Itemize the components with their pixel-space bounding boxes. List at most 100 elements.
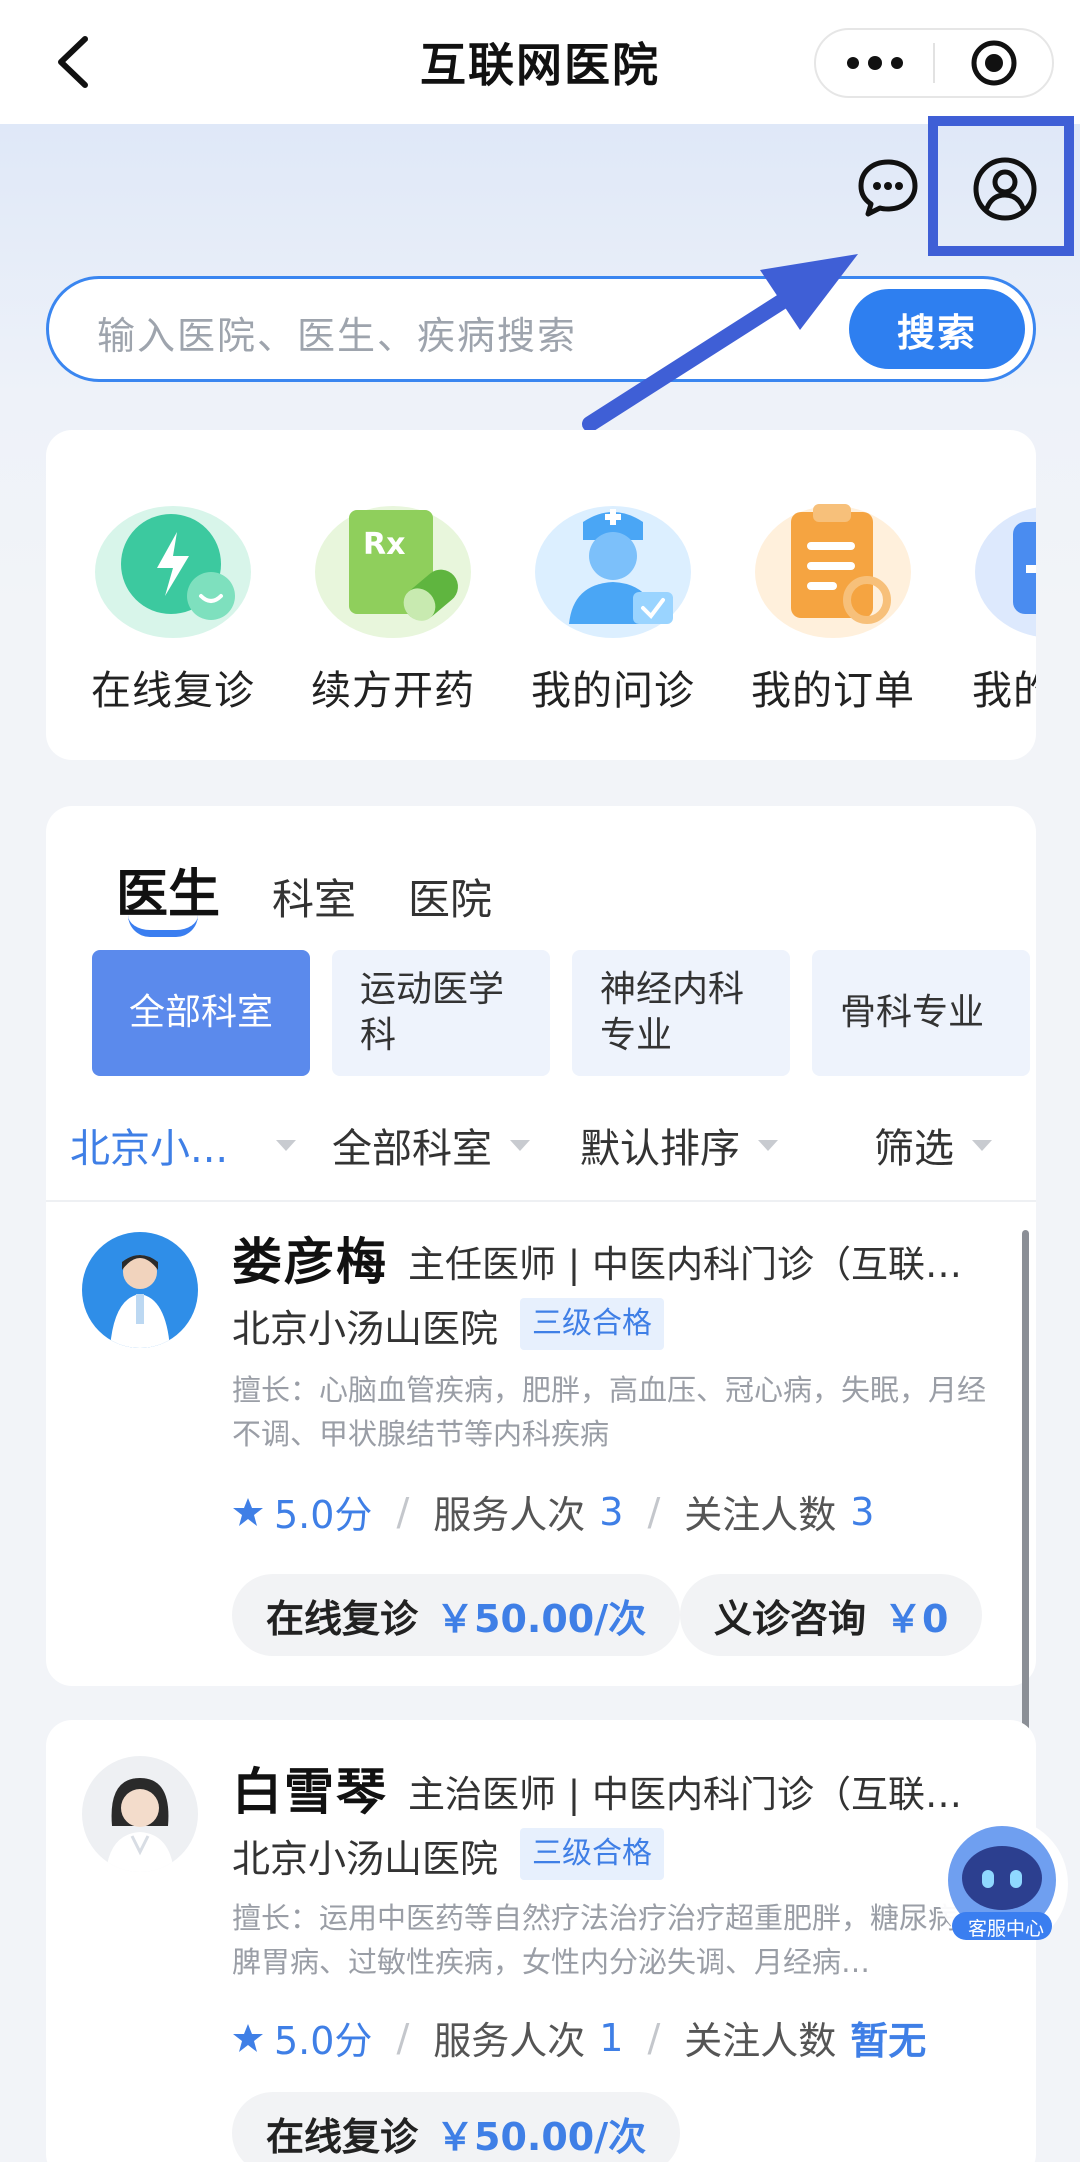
online-revisit-icon xyxy=(93,492,253,642)
price-value: ￥50.00/次 xyxy=(436,2114,647,2159)
filter-label: 筛选 xyxy=(874,1126,954,1172)
mini-program-capsule xyxy=(814,28,1054,98)
star-icon xyxy=(233,1497,263,1526)
follow-count-label: 关注人数 xyxy=(684,1493,837,1537)
search-button[interactable]: 搜索 xyxy=(849,289,1025,369)
stat-separator: / xyxy=(396,1489,410,1534)
service-count-value: 1 xyxy=(599,2015,624,2060)
chip-sports-medicine[interactable]: 运动医学科 xyxy=(332,950,550,1076)
quick-action-partial[interactable]: 我的 xyxy=(958,492,1036,716)
doctor-hospital: 北京小汤山医院 xyxy=(232,1837,499,1881)
doctor-specialty: 擅长：心脑血管疾病，肥胖，高血压、冠心病，失眠，月经不调、甲状腺结节等内科疾病 xyxy=(232,1373,987,1451)
doctor-stats: 5.0分 / 服务人次 1 / 关注人数 暂无 xyxy=(232,2010,926,2065)
quick-action-my-consultation[interactable]: 我的问诊 xyxy=(518,492,708,716)
quick-actions-card: 在线复诊 Rx 续方开药 我的问诊 我的订单 我的 xyxy=(46,430,1036,760)
more-button[interactable] xyxy=(816,30,933,96)
price-label: 在线复诊 xyxy=(266,1596,419,1641)
filter-label: 默认排序 xyxy=(580,1126,740,1172)
doctor-specialty: 擅长：运用中医药等自然疗法治疗治疗超重肥胖，糖尿病、脾胃病、过敏性疾病，女性内分… xyxy=(232,1901,987,1979)
doctor-title: 主任医师 | 中医内科门诊（互联… xyxy=(408,1243,962,1286)
chip-all-departments[interactable]: 全部科室 xyxy=(92,950,310,1076)
filter-department[interactable]: 全部科室 xyxy=(332,1116,530,1174)
hospital-grade-badge: 三级合格 xyxy=(520,1828,664,1880)
tab-doctors[interactable]: 医生 xyxy=(116,852,220,937)
partial-card-icon xyxy=(973,492,1036,642)
price-free-consult[interactable]: 义诊咨询 ￥0 xyxy=(680,1574,983,1656)
hospital-grade-badge: 三级合格 xyxy=(520,1298,664,1350)
star-icon xyxy=(233,2023,263,2052)
order-clipboard-icon xyxy=(753,492,913,642)
quick-action-my-orders[interactable]: 我的订单 xyxy=(738,492,928,716)
chevron-down-icon xyxy=(758,1139,778,1151)
doctor-list-card: 医生 科室 医院 全部科室 运动医学科 神经内科专业 骨科专业 北京小... 全… xyxy=(46,806,1036,1686)
doctor-rating: 5.0分 xyxy=(274,1493,373,1537)
quick-action-label: 我的 xyxy=(972,668,1036,714)
filter-sort[interactable]: 默认排序 xyxy=(580,1116,778,1174)
filter-label: 北京小... xyxy=(70,1126,229,1172)
department-chips: 全部科室 运动医学科 神经内科专业 骨科专业 xyxy=(92,950,1052,1076)
chip-orthopedics[interactable]: 骨科专业 xyxy=(812,950,1030,1076)
tab-hospitals[interactable]: 医院 xyxy=(408,866,492,927)
target-circle-icon xyxy=(971,40,1016,86)
filter-bar: 北京小... 全部科室 默认排序 筛选 xyxy=(70,1106,1030,1176)
profile-button[interactable] xyxy=(972,156,1038,222)
follow-count-value: 暂无 xyxy=(850,2019,927,2063)
back-arrow-icon xyxy=(58,36,88,88)
service-count-value: 3 xyxy=(599,1489,624,1534)
stat-separator: / xyxy=(396,2015,410,2060)
doctor-card[interactable]: 白雪琴 主治医师 | 中医内科门诊（互联… 北京小汤山医院 三级合格 擅长：运用… xyxy=(46,1720,1036,2162)
close-program-button[interactable] xyxy=(935,30,1052,96)
doctor-avatar xyxy=(82,1756,198,1872)
message-button[interactable] xyxy=(856,156,920,220)
doctor-avatar xyxy=(82,1232,198,1348)
follow-count-value: 3 xyxy=(850,1489,875,1534)
stat-separator: / xyxy=(647,1489,661,1534)
customer-service-button[interactable]: 客服中心 xyxy=(918,1808,1070,1960)
active-tab-indicator xyxy=(128,915,198,937)
price-value: ￥0 xyxy=(884,1596,949,1641)
quick-action-online-revisit[interactable]: 在线复诊 xyxy=(78,492,268,716)
divider xyxy=(46,1200,1036,1202)
doctor-rating: 5.0分 xyxy=(274,2019,373,2063)
price-value: ￥50.00/次 xyxy=(436,1596,647,1641)
more-dots-icon xyxy=(846,56,903,70)
quick-action-label: 我的问诊 xyxy=(531,668,695,714)
filter-label: 全部科室 xyxy=(332,1126,492,1172)
price-online-revisit[interactable]: 在线复诊 ￥50.00/次 xyxy=(232,1574,681,1656)
filter-location[interactable]: 北京小... xyxy=(70,1116,297,1174)
chevron-down-icon xyxy=(972,1139,992,1151)
chat-bubble-icon xyxy=(858,159,918,217)
back-button[interactable] xyxy=(42,30,102,94)
price-label: 义诊咨询 xyxy=(714,1596,867,1641)
filter-screen[interactable]: 筛选 xyxy=(874,1116,992,1174)
quick-action-label: 在线复诊 xyxy=(91,668,255,714)
doctor-title: 主治医师 | 中医内科门诊（互联… xyxy=(408,1773,962,1816)
service-count-label: 服务人次 xyxy=(433,1493,586,1537)
chip-neurology[interactable]: 神经内科专业 xyxy=(572,950,790,1076)
list-scrollbar[interactable] xyxy=(1022,1230,1029,1760)
quick-action-prescription[interactable]: Rx 续方开药 xyxy=(298,492,488,716)
doctor-stats: 5.0分 / 服务人次 3 / 关注人数 3 xyxy=(232,1484,874,1539)
user-profile-icon xyxy=(973,157,1037,221)
doctor-name: 白雪琴 xyxy=(232,1763,388,1821)
svg-text:Rx: Rx xyxy=(363,527,405,562)
chevron-down-icon xyxy=(276,1139,297,1151)
category-tabs: 医生 科室 医院 xyxy=(116,852,544,937)
doctor-consult-icon xyxy=(533,492,693,642)
chevron-down-icon xyxy=(510,1139,530,1151)
quick-action-label: 我的订单 xyxy=(751,668,915,714)
search-input[interactable]: 输入医院、医生、疾病搜索 xyxy=(97,305,577,360)
service-count-label: 服务人次 xyxy=(433,2019,586,2063)
doctor-name: 娄彦梅 xyxy=(232,1233,388,1291)
quick-action-label: 续方开药 xyxy=(311,668,475,714)
follow-count-label: 关注人数 xyxy=(684,2019,837,2063)
doctor-hospital: 北京小汤山医院 xyxy=(232,1307,499,1351)
page-title: 互联网医院 xyxy=(420,38,660,92)
price-online-revisit[interactable]: 在线复诊 ￥50.00/次 xyxy=(232,2092,681,2162)
navigation-bar: 互联网医院 xyxy=(0,0,1080,124)
search-bar: 输入医院、医生、疾病搜索 搜索 xyxy=(46,276,1036,382)
tab-departments[interactable]: 科室 xyxy=(272,866,356,927)
customer-service-label: 客服中心 xyxy=(967,1918,1044,1940)
prescription-rx-icon: Rx xyxy=(313,492,473,642)
price-label: 在线复诊 xyxy=(266,2114,419,2159)
